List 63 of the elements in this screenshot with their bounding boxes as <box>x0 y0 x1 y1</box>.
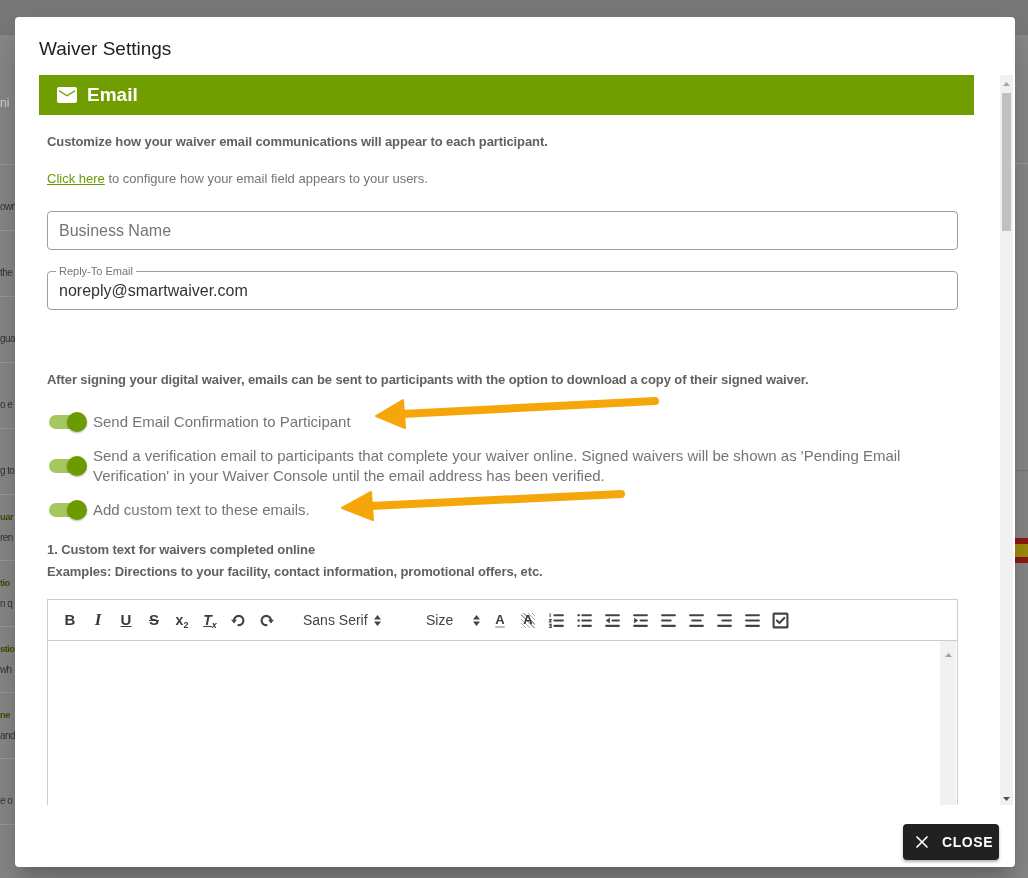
text-color-button[interactable]: A <box>486 608 514 632</box>
updown-caret-icon <box>473 614 480 626</box>
background-text: ni <box>0 96 10 110</box>
email-input[interactable]: noreply@smartwaiver.com <box>59 277 946 304</box>
bold-button[interactable]: B <box>56 608 84 632</box>
background-text: g to <box>0 464 15 478</box>
subscript-button[interactable]: x$_{2}$ <box>168 608 196 632</box>
click-here-link[interactable]: Click here <box>47 171 105 186</box>
toggle-switch[interactable] <box>47 498 89 522</box>
notice-text: After signing your digital waiver, emails can be sent to participants with the option to download a copy of their signed waiver. <box>47 371 810 388</box>
field-label: Reply-To Email <box>58 265 134 277</box>
font-picker[interactable]: Sans Serif <box>295 608 393 632</box>
numbered-list-icon <box>547 611 565 629</box>
background-text: and <box>0 729 15 743</box>
background-heading: ne <box>0 708 10 722</box>
envelope-icon <box>57 87 77 103</box>
background-text: o e <box>0 398 13 412</box>
configure-text: Click here to configure how your email field appears to your users. <box>47 170 429 187</box>
justify-icon <box>743 611 761 629</box>
align-right-icon <box>715 611 733 629</box>
align-left-icon <box>659 611 677 629</box>
toggle-switch[interactable] <box>47 454 89 478</box>
toggle-label: Send Email Confirmation to Participant <box>93 412 351 432</box>
bullet-list-icon <box>575 611 593 629</box>
background-text: e o <box>0 794 13 808</box>
examples-text: Examples: Directions to your facility, contact information, promotional offers, etc. <box>47 563 544 580</box>
picker-label: Size <box>426 612 454 628</box>
checklist-icon <box>771 611 789 629</box>
clear-format-button[interactable]: T$_{x}$ <box>196 608 224 632</box>
toggle-label: Add custom text to these emails. <box>93 500 310 520</box>
background-text: n q <box>0 597 13 611</box>
background-text: wh <box>0 663 12 677</box>
background-heading: stio <box>0 642 15 656</box>
flag-icon <box>1015 538 1028 563</box>
background-text: the <box>0 266 13 280</box>
business-name-field[interactable]: Business Name <box>47 211 958 250</box>
scrollbar[interactable] <box>940 641 956 805</box>
custom-text-heading: 1. Custom text for waivers completed online <box>47 541 317 558</box>
align-center-icon <box>687 611 705 629</box>
background-text: gua <box>0 332 15 346</box>
dialog-title: Waiver Settings <box>39 38 173 60</box>
background-text: ren <box>0 531 13 545</box>
section-title: Email <box>87 84 138 106</box>
email-field[interactable]: Reply-To Email noreply@smartwaiver.com <box>47 265 958 310</box>
italic-button[interactable]: I <box>84 608 112 632</box>
intro-text: Customize how your waiver email communications will appear to each participant. <box>47 133 549 150</box>
scrollbar-thumb[interactable] <box>1002 93 1011 231</box>
indent-icon <box>631 611 649 629</box>
toggle-label: Send a verification email to participants that complete your waiver online. Signed waivers will be shown as 'Pending Email Verification' in your Waiver Console until the email address has been verified. <box>93 446 902 486</box>
background-text: own <box>0 200 17 214</box>
strikethrough-button[interactable]: S <box>140 608 168 632</box>
outdent-icon <box>603 611 621 629</box>
scrollbar[interactable] <box>1000 75 1013 805</box>
background-heading: uar <box>0 510 13 524</box>
size-picker[interactable]: Size <box>418 608 486 632</box>
scroll-down-arrow-icon[interactable] <box>1003 797 1010 801</box>
underline-button[interactable]: U <box>112 608 140 632</box>
updown-caret-icon <box>373 614 381 626</box>
background-heading: tio <box>0 576 10 590</box>
picker-label: Sans Serif <box>303 612 368 628</box>
close-icon <box>916 836 928 848</box>
toggle-switch[interactable] <box>47 410 89 434</box>
close-button[interactable]: CLOSE <box>903 824 999 860</box>
